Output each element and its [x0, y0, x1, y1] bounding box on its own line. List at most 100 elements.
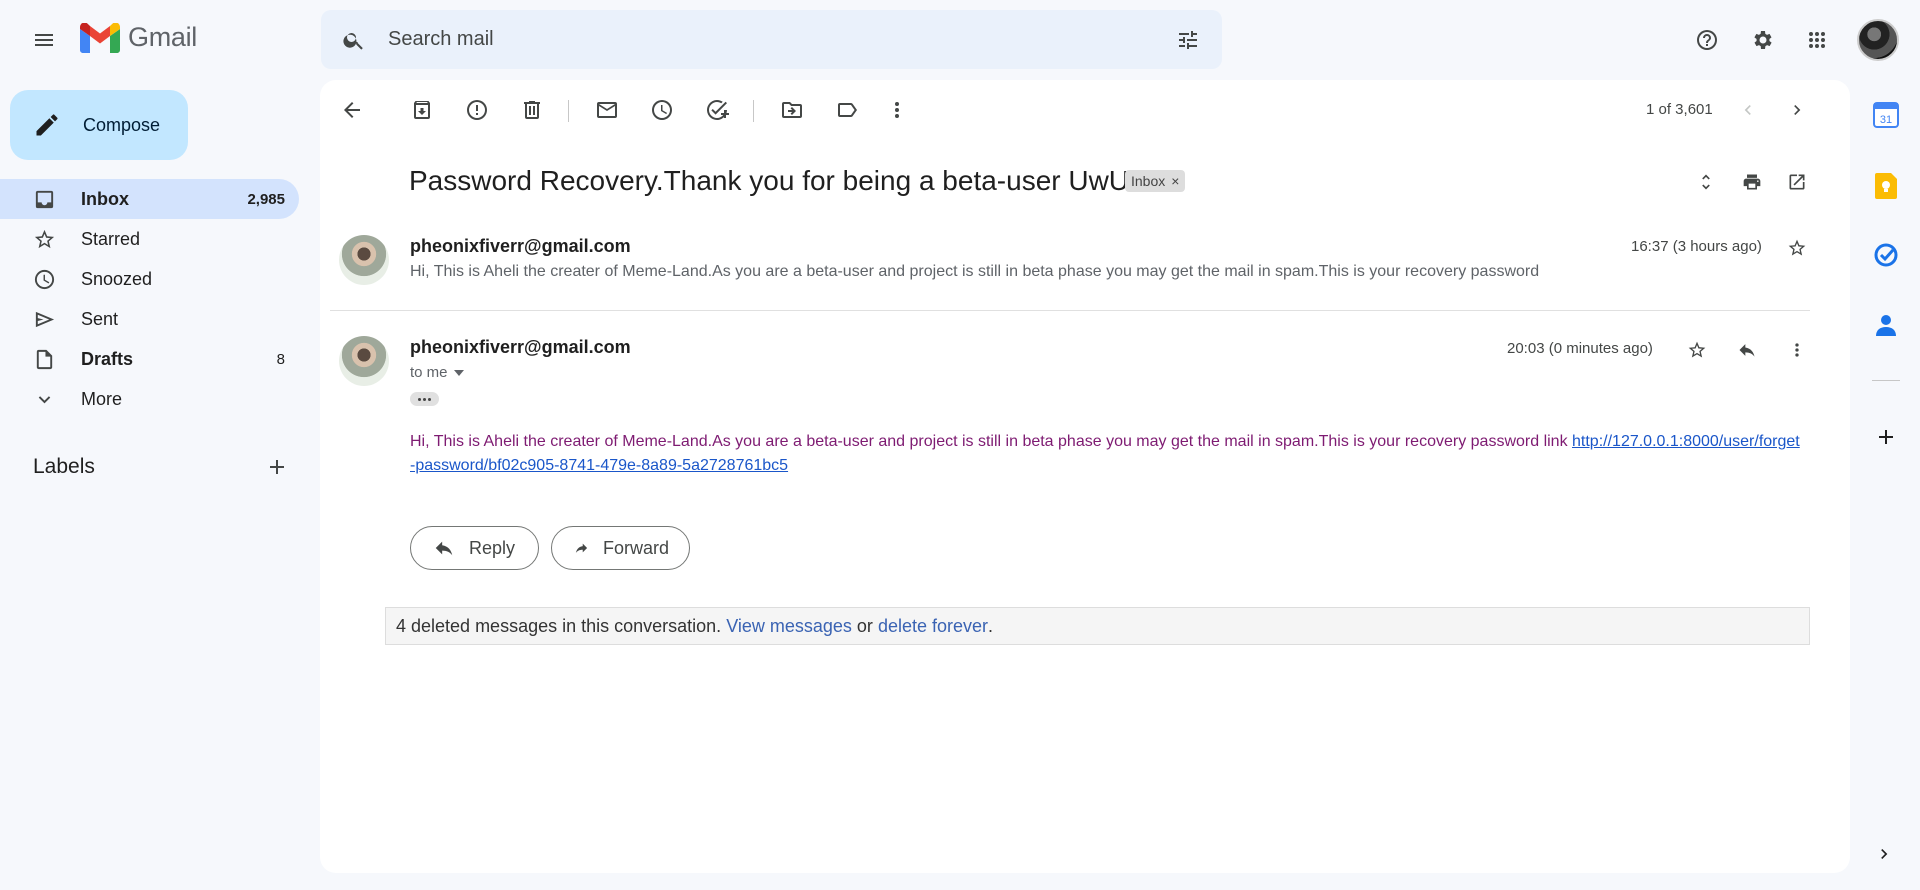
hamburger-icon: [35, 34, 53, 46]
compose-label: Compose: [83, 114, 161, 135]
gmail-logo[interactable]: Gmail: [80, 22, 197, 53]
report-icon: [467, 100, 487, 120]
delete-button[interactable]: [512, 90, 552, 130]
more-options-button[interactable]: [877, 90, 917, 130]
back-button[interactable]: [332, 90, 372, 130]
recipients-toggle[interactable]: to me: [410, 364, 464, 381]
contacts-app-button[interactable]: [1871, 310, 1901, 340]
newer-button[interactable]: [1728, 90, 1768, 130]
chevron-right-icon: [1881, 849, 1888, 859]
show-side-panel-button[interactable]: [1866, 836, 1902, 872]
star-icon: [34, 229, 55, 248]
toolbar-divider: [568, 100, 569, 122]
add-to-tasks-button[interactable]: [697, 90, 737, 130]
gear-icon: [1754, 31, 1772, 49]
reply-label: Reply: [469, 537, 516, 558]
create-label-button[interactable]: [257, 447, 297, 487]
star-icon: [1688, 341, 1706, 358]
calendar-day: 31: [1880, 114, 1892, 126]
recipients-text: to me: [410, 364, 448, 381]
sidebar-item-more[interactable]: More: [0, 379, 299, 419]
chevron-left-icon: [1744, 105, 1751, 115]
plus-icon: [270, 460, 284, 474]
older-button[interactable]: [1777, 90, 1817, 130]
sidebar-item-drafts[interactable]: Drafts 8: [0, 339, 299, 379]
calendar-icon: 31: [1873, 102, 1899, 128]
app-name: Gmail: [128, 22, 198, 52]
contacts-icon: [1876, 315, 1896, 336]
arrow-back-icon: [344, 102, 360, 118]
get-add-ons-button[interactable]: [1866, 417, 1906, 457]
email-subject: Password Recovery.Thank you for being a …: [409, 165, 1130, 196]
sidebar-item-starred[interactable]: Starred: [0, 219, 299, 259]
print-all-button[interactable]: [1732, 162, 1772, 202]
chevron-right-icon: [1794, 105, 1801, 115]
calendar-app-button[interactable]: 31: [1871, 100, 1901, 130]
forward-pill-button[interactable]: Forward: [551, 526, 690, 570]
sender-avatar[interactable]: [339, 235, 389, 285]
keep-app-button[interactable]: [1871, 171, 1901, 201]
star-button[interactable]: [1777, 228, 1817, 268]
pagination-text: 1 of 3,601: [1646, 101, 1713, 118]
toolbar-divider: [753, 100, 754, 122]
label-chip-text: Inbox: [1131, 173, 1166, 189]
sidebar-item-label: Starred: [81, 228, 141, 249]
star-button[interactable]: [1677, 330, 1717, 370]
search-button[interactable]: [334, 20, 374, 60]
search-input[interactable]: Search mail: [388, 28, 1168, 51]
settings-button[interactable]: [1742, 20, 1782, 60]
move-to-button[interactable]: [772, 90, 812, 130]
star-icon: [1788, 239, 1806, 256]
account-avatar[interactable]: [1857, 19, 1899, 61]
sidebar-item-sent[interactable]: Sent: [0, 299, 299, 339]
support-button[interactable]: [1687, 20, 1727, 60]
tasks-app-button[interactable]: [1871, 240, 1901, 270]
tune-icon: [1179, 30, 1197, 49]
unread-count: 2,985: [247, 190, 285, 208]
clock-icon: [652, 100, 672, 120]
search-bar[interactable]: Search mail: [321, 10, 1222, 69]
new-window-button[interactable]: [1777, 162, 1817, 202]
message-snippet[interactable]: Hi, This is Aheli the creater of Meme-La…: [410, 263, 1539, 281]
show-trimmed-content-button[interactable]: [410, 392, 439, 406]
labels-heading: Labels: [33, 455, 95, 478]
mark-unread-button[interactable]: [587, 90, 627, 130]
reply-pill-button[interactable]: Reply: [410, 526, 539, 570]
more-vert-icon: [1795, 343, 1799, 357]
report-spam-button[interactable]: [457, 90, 497, 130]
compose-button[interactable]: Compose: [10, 90, 188, 160]
archive-icon: [414, 101, 430, 119]
keep-icon: [1875, 173, 1897, 199]
deleted-notice-text: 4 deleted messages in this conversation.: [396, 615, 722, 636]
sidebar-item-snoozed[interactable]: Snoozed: [0, 259, 299, 299]
tasks-icon: [1874, 243, 1898, 267]
sidebar-item-inbox[interactable]: Inbox 2,985: [0, 179, 299, 219]
main-menu-button[interactable]: [24, 20, 64, 60]
archive-button[interactable]: [402, 90, 442, 130]
google-apps-button[interactable]: [1797, 20, 1837, 60]
sidebar-item-label: Inbox: [81, 188, 129, 209]
snooze-button[interactable]: [642, 90, 682, 130]
sender-email[interactable]: pheonixfiverr@gmail.com: [410, 337, 631, 358]
delete-forever-link[interactable]: delete forever: [878, 616, 988, 637]
message-more-button[interactable]: [1777, 330, 1817, 370]
message-body: Hi, This is Aheli the creater of Meme-La…: [410, 430, 1805, 478]
labels-button[interactable]: [827, 90, 867, 130]
forward-label: Forward: [602, 537, 669, 558]
view-messages-link[interactable]: View messages: [726, 616, 852, 637]
side-panel-divider: [1872, 380, 1900, 381]
mail-icon: [597, 102, 617, 118]
reply-button[interactable]: [1727, 330, 1767, 370]
sender-avatar[interactable]: [339, 336, 389, 386]
message-divider: [330, 310, 1810, 311]
expand-all-button[interactable]: [1686, 162, 1726, 202]
inbox-label-chip[interactable]: Inbox ×: [1125, 170, 1186, 192]
sidebar-item-label: Snoozed: [81, 268, 153, 289]
search-options-button[interactable]: [1168, 20, 1208, 60]
folder-move-icon: [782, 102, 802, 118]
clock-icon: [34, 269, 55, 289]
remove-label-icon[interactable]: ×: [1171, 173, 1179, 189]
send-icon: [35, 311, 55, 327]
sender-email[interactable]: pheonixfiverr@gmail.com: [410, 236, 631, 257]
message-time: 16:37 (3 hours ago): [1631, 238, 1762, 255]
